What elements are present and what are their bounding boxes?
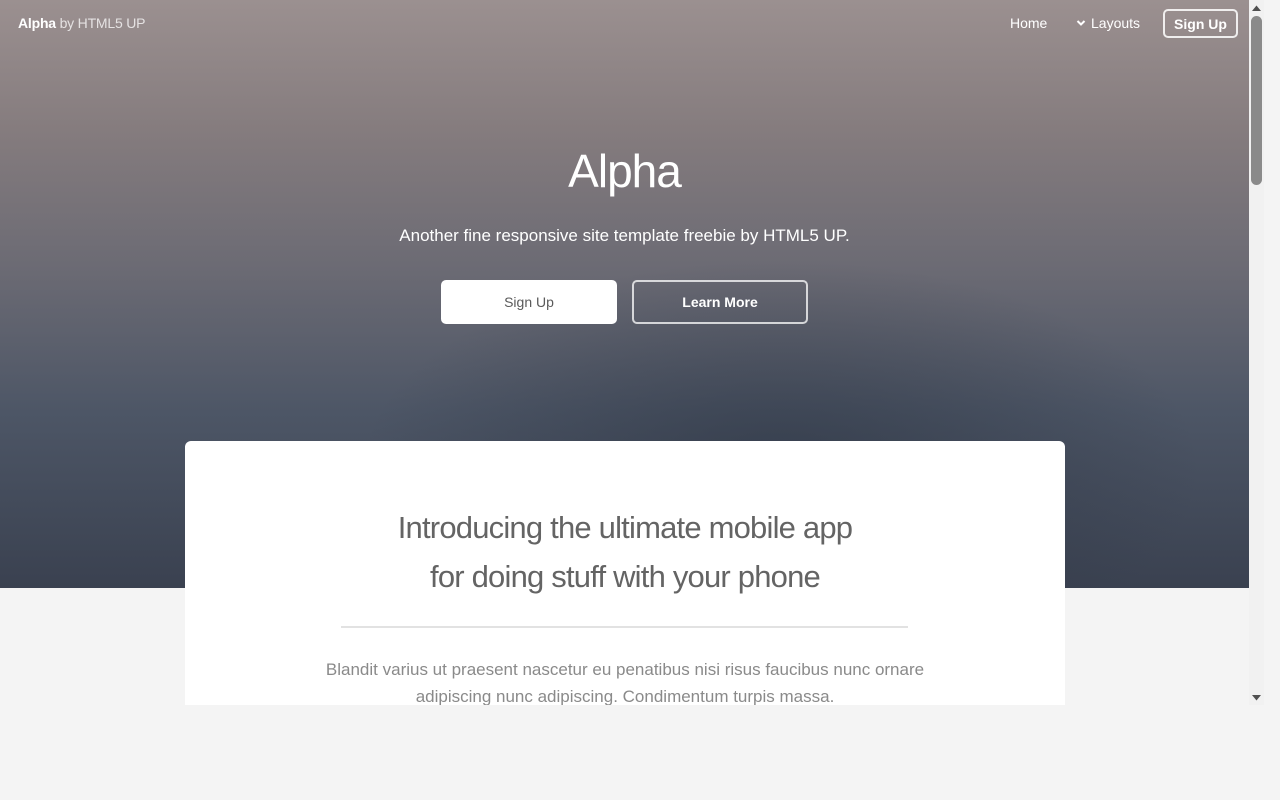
hero-subtitle: Another fine responsive site template fr… — [399, 226, 850, 245]
vertical-scrollbar[interactable] — [1249, 0, 1264, 705]
intro-body: Blandit varius ut praesent nascetur eu p… — [325, 656, 925, 705]
intro-heading-line-2: for doing stuff with your phone — [430, 559, 821, 594]
scroll-down-arrow-icon[interactable] — [1249, 690, 1264, 705]
intro-heading-line-1: Introducing the ultimate mobile app — [397, 510, 853, 545]
intro-heading: Introducing the ultimate mobile app for … — [185, 503, 1065, 601]
hero-learn-more-button[interactable]: Learn More — [632, 280, 808, 324]
nav-layouts-label: Layouts — [1091, 15, 1141, 31]
site-brand[interactable]: Alpha by HTML5 UP — [18, 15, 146, 31]
nav-home-link[interactable]: Home — [1010, 15, 1047, 31]
site-header: Alpha by HTML5 UP Home Layouts Sign Up — [0, 0, 1249, 46]
intro-divider — [341, 626, 908, 628]
brand-suffix: by HTML5 UP — [59, 15, 146, 31]
brand-name: Alpha — [18, 15, 56, 31]
page-viewport: Alpha by HTML5 UP Home Layouts Sign Up A… — [0, 0, 1249, 705]
intro-body-line-2: adipiscing nunc adipiscing. Condimentum … — [415, 687, 835, 705]
scroll-up-arrow-icon[interactable] — [1249, 0, 1264, 15]
nav-signup-button[interactable]: Sign Up — [1163, 9, 1238, 38]
hero-title: Alpha — [568, 145, 682, 197]
scrollbar-thumb[interactable] — [1251, 16, 1262, 185]
chevron-down-icon — [1076, 20, 1086, 26]
nav-layouts-dropdown[interactable]: Layouts — [1076, 15, 1140, 31]
intro-card: Introducing the ultimate mobile app for … — [185, 441, 1065, 705]
intro-body-line-1: Blandit varius ut praesent nascetur eu p… — [325, 660, 925, 679]
hero-signup-button[interactable]: Sign Up — [441, 280, 617, 324]
